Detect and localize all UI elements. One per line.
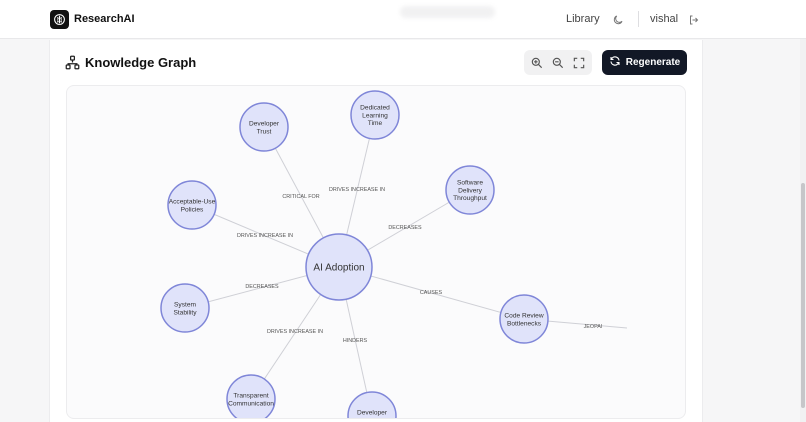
moon-icon[interactable]: [612, 13, 624, 31]
username[interactable]: vishal: [650, 13, 678, 25]
zoom-controls: [524, 50, 592, 75]
edge-label-center-devx: HINDERS: [343, 338, 368, 344]
regenerate-label: Regenerate: [625, 57, 681, 68]
node-label-learning: Dedicated: [360, 104, 390, 111]
node-label-devx: Developer: [357, 409, 388, 416]
zoom-out-icon[interactable]: [551, 56, 565, 70]
graph-nodes-icon: [65, 55, 80, 75]
edge-label-transparent-center: DRIVES INCREASE IN: [267, 329, 323, 335]
graph-svg[interactable]: CRITICAL FOR DRIVES INCREASE IN DECREASES D…: [67, 86, 686, 419]
nav-separator: [638, 11, 639, 27]
node-label-throughput: Delivery: [458, 187, 483, 194]
top-navbar: ResearchAI Library vishal: [0, 0, 806, 39]
knowledge-graph-canvas[interactable]: CRITICAL FOR DRIVES INCREASE IN DECREASES D…: [66, 85, 686, 419]
graph-node-center[interactable]: AI Adoption: [305, 233, 373, 301]
edge-label-center-throughput: DECREASES: [388, 225, 422, 231]
brand-name[interactable]: ResearchAI: [74, 13, 135, 25]
node-label-throughput: Software: [457, 179, 483, 186]
brain-logo-icon[interactable]: [50, 10, 69, 29]
graph-node-bottlenecks[interactable]: Code ReviewBottlenecks: [499, 294, 549, 344]
node-label-center: AI Adoption: [313, 263, 364, 274]
top-search-placeholder: [400, 6, 495, 18]
node-label-bottlenecks: Code Review: [504, 312, 543, 319]
graph-node-learning[interactable]: DedicatedLearningTime: [350, 90, 400, 140]
scrollbar-thumb[interactable]: [801, 183, 805, 408]
graph-node-trust[interactable]: DeveloperTrust: [239, 102, 289, 152]
edge-label-policies-center: DRIVES INCREASE IN: [237, 233, 293, 239]
node-label-bottlenecks: Bottlenecks: [507, 320, 542, 327]
graph-node-transparent[interactable]: TransparentCommunication: [226, 374, 276, 419]
node-label-stability: Stability: [173, 309, 197, 316]
node-label-transparent: Communication: [228, 400, 274, 407]
logout-icon[interactable]: [688, 13, 700, 31]
node-label-throughput: Throughput: [453, 195, 487, 202]
refresh-icon: [609, 55, 621, 70]
node-label-policies: Policies: [181, 206, 204, 213]
graph-node-throughput[interactable]: SoftwareDeliveryThroughput: [445, 165, 495, 215]
edge-label-center-stability: DECREASES: [245, 284, 279, 290]
node-label-learning: Learning: [362, 112, 388, 119]
node-label-trust: Trust: [257, 128, 272, 135]
edge-label-bottlenecks-offscreen: JEOPAI: [584, 324, 603, 330]
node-label-stability: System: [174, 301, 196, 308]
zoom-in-icon[interactable]: [530, 56, 544, 70]
edge-label-trust-center: CRITICAL FOR: [282, 194, 319, 200]
node-label-devx: Experience: [356, 417, 389, 419]
graph-node-policies[interactable]: Acceptable-UsePolicies: [167, 180, 217, 230]
node-label-trust: Developer: [249, 120, 280, 127]
nav-library-link[interactable]: Library: [566, 13, 600, 25]
graph-node-devx[interactable]: DeveloperExperience: [347, 391, 397, 419]
edge-label-learning-center: DRIVES INCREASE IN: [329, 187, 385, 193]
page-title: Knowledge Graph: [85, 55, 197, 70]
node-label-transparent: Transparent: [233, 392, 268, 399]
fit-screen-icon[interactable]: [572, 56, 586, 70]
node-label-policies: Acceptable-Use: [169, 198, 216, 205]
edge-label-center-bottlenecks: CAUSES: [420, 290, 443, 296]
graph-node-stability[interactable]: SystemStability: [160, 283, 210, 333]
regenerate-button[interactable]: Regenerate: [602, 50, 687, 75]
node-label-learning: Time: [368, 120, 383, 127]
